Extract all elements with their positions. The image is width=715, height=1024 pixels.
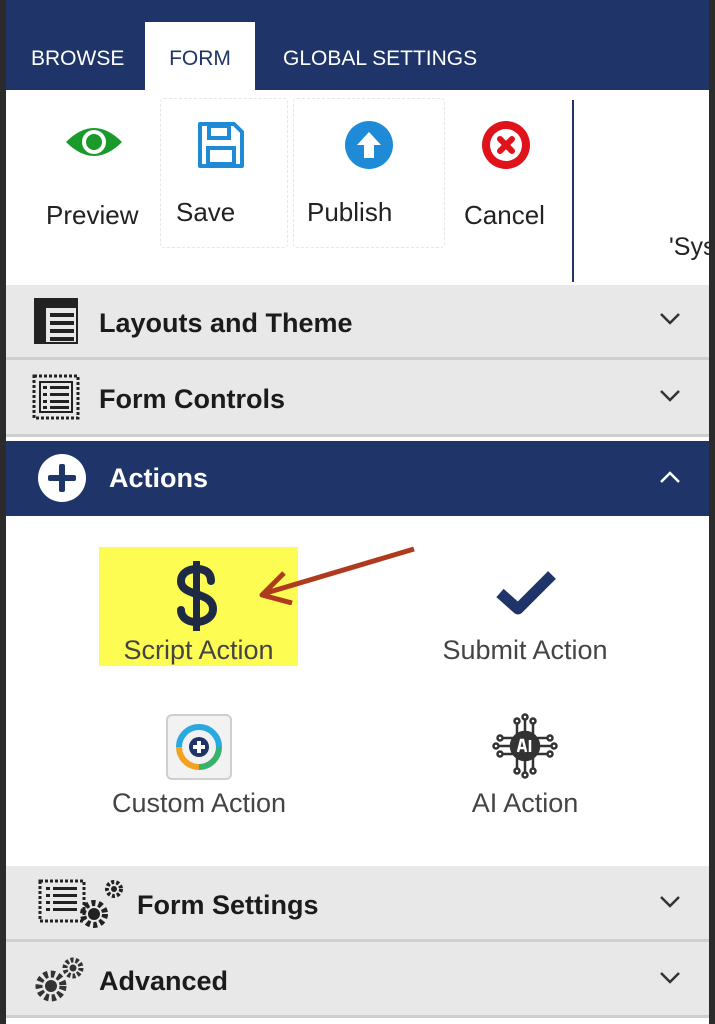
cancel-button[interactable]: Cancel	[456, 110, 566, 240]
ribbon-divider	[572, 100, 574, 282]
section-actions[interactable]: Actions	[6, 441, 709, 516]
ai-action-button[interactable]: AI Action	[443, 711, 607, 831]
section-title-form-settings: Form Settings	[137, 890, 319, 920]
eye-icon	[64, 122, 124, 167]
submit-action-button[interactable]: Submit Action	[416, 547, 634, 666]
close-circle-icon	[481, 120, 531, 175]
top-tab-bar: BROWSE FORM GLOBAL SETTINGS	[6, 0, 709, 90]
form-controls-icon	[32, 374, 80, 425]
section-layouts-and-theme[interactable]: Layouts and Theme	[6, 285, 709, 360]
plus-circle-icon	[37, 453, 87, 508]
form-settings-gear-icon	[38, 877, 124, 934]
cancel-label: Cancel	[464, 200, 545, 230]
gears-icon	[33, 956, 85, 1009]
section-title-advanced: Advanced	[99, 966, 229, 996]
submit-action-label: Submit Action	[442, 635, 608, 665]
save-label: Save	[176, 197, 236, 227]
layout-icon	[34, 298, 78, 349]
custom-action-label: Custom Action	[111, 788, 287, 818]
ai-brain-icon	[490, 711, 560, 786]
section-advanced[interactable]: Advanced	[6, 942, 709, 1018]
floppy-disk-icon	[196, 120, 246, 175]
annotation-arrow	[256, 545, 421, 610]
chevron-down-icon	[659, 312, 681, 331]
chevron-down-icon	[659, 895, 681, 914]
preview-button[interactable]: Preview	[36, 110, 156, 240]
tab-browse[interactable]: BROWSE	[31, 22, 124, 90]
section-form-controls[interactable]: Form Controls	[6, 360, 709, 437]
custom-action-icon	[165, 713, 233, 786]
custom-action-button[interactable]: Custom Action	[89, 711, 309, 831]
ai-action-label: AI Action	[471, 788, 579, 818]
script-action-label: Script Action	[123, 635, 274, 665]
form-designer-panel: BROWSE FORM GLOBAL SETTINGS Preview Save…	[6, 0, 709, 1024]
chevron-up-icon	[659, 470, 681, 489]
section-form-settings[interactable]: Form Settings	[6, 866, 709, 942]
clipped-ribbon-text: 'Sys	[669, 233, 709, 261]
dollar-icon	[171, 561, 223, 636]
upload-arrow-circle-icon	[344, 120, 394, 175]
tab-form[interactable]: FORM	[145, 22, 255, 90]
section-title-actions: Actions	[109, 463, 209, 493]
checkmark-icon	[496, 569, 556, 622]
chevron-down-icon	[659, 389, 681, 408]
publish-button[interactable]: Publish	[301, 110, 436, 240]
chevron-down-icon	[659, 971, 681, 990]
save-button[interactable]: Save	[166, 110, 281, 240]
publish-label: Publish	[307, 197, 393, 227]
preview-label: Preview	[46, 200, 139, 230]
section-title-layouts: Layouts and Theme	[99, 308, 353, 338]
section-title-form-controls: Form Controls	[99, 384, 285, 414]
tab-global-settings[interactable]: GLOBAL SETTINGS	[283, 22, 477, 90]
ribbon-toolbar: Preview Save Publish Cancel 'Sy	[6, 90, 709, 312]
